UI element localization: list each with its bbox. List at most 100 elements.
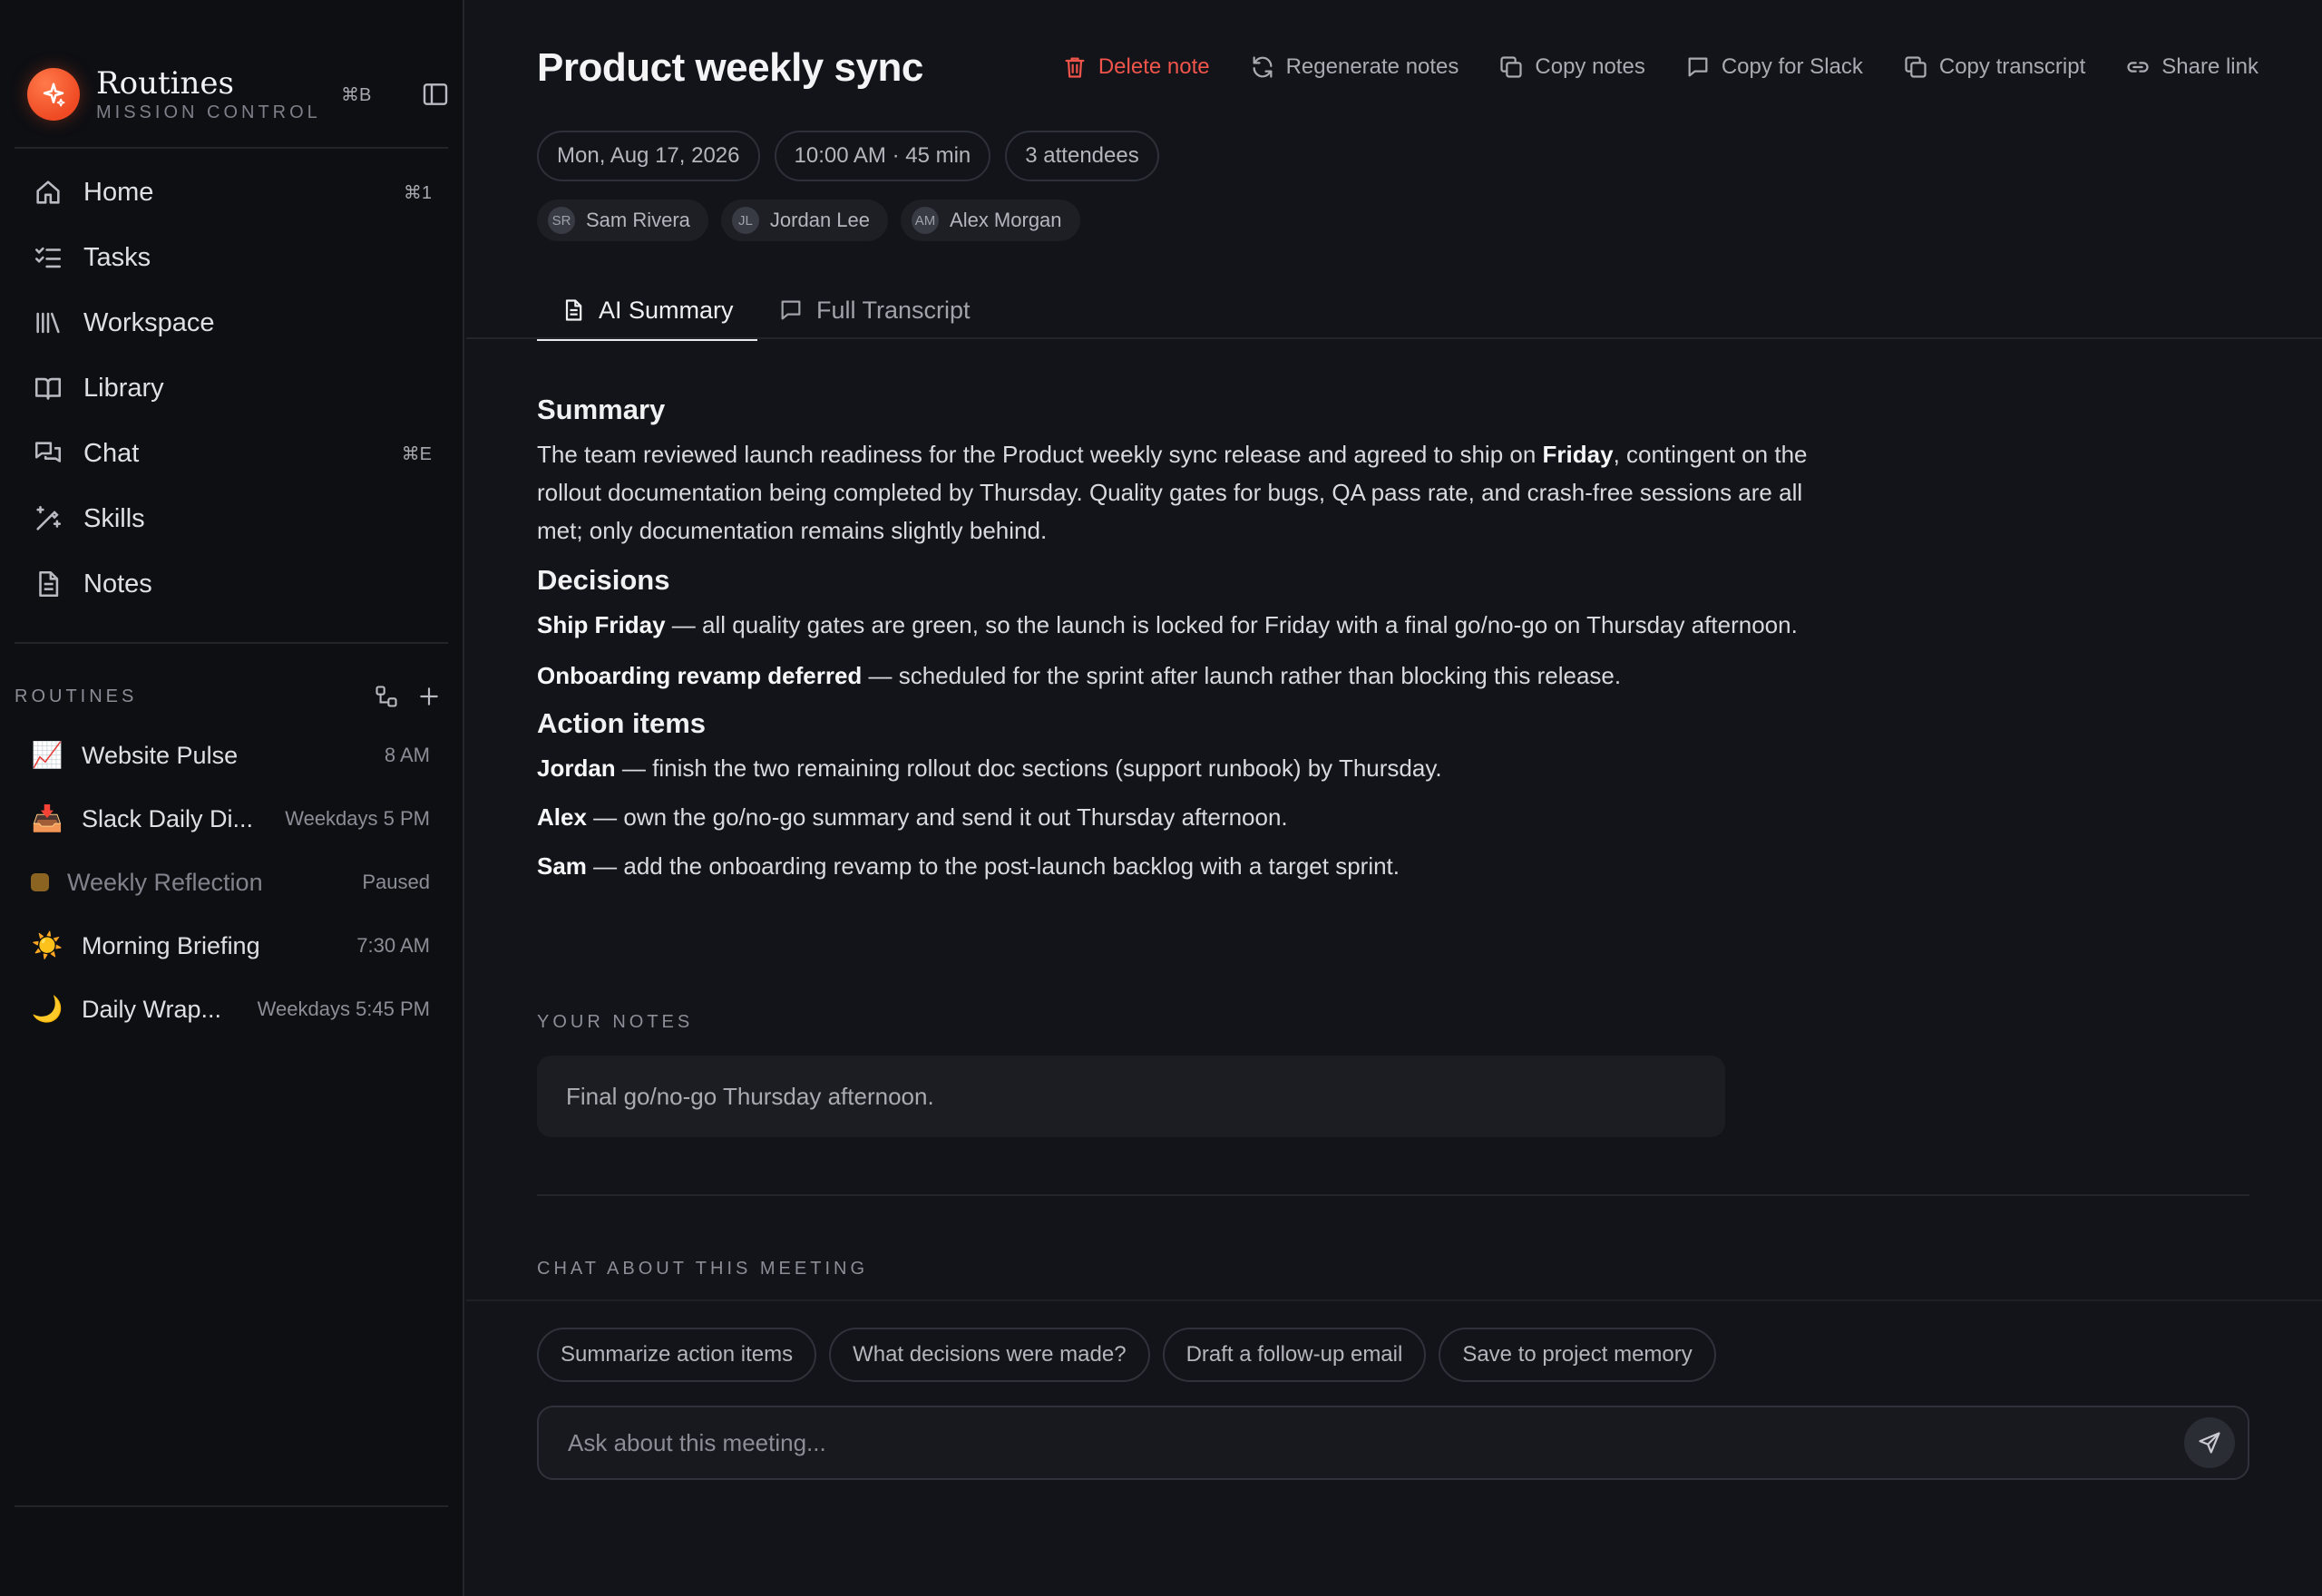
nav-item-chat[interactable]: Chat ⌘E bbox=[15, 421, 448, 486]
send-button[interactable] bbox=[2184, 1417, 2235, 1468]
attendee-chip[interactable]: AM Alex Morgan bbox=[901, 200, 1080, 241]
nav-label: Tasks bbox=[83, 242, 151, 272]
routines-title: ROUTINES bbox=[15, 686, 138, 706]
nav-item-home[interactable]: Home ⌘1 bbox=[15, 160, 448, 225]
copy-notes-button[interactable]: Copy notes bbox=[1498, 54, 1645, 80]
action-owner: Sam bbox=[537, 852, 587, 880]
action-item: Jordan — finish the two remaining rollou… bbox=[537, 749, 1834, 787]
routines-list: 📈 Website Pulse 8 AM 📥 Slack Daily Di...… bbox=[15, 724, 448, 1041]
routine-name: Slack Daily Di... bbox=[82, 804, 254, 832]
action-items-heading: Action items bbox=[537, 707, 707, 739]
attendee-chip[interactable]: JL Jordan Lee bbox=[720, 200, 889, 241]
routine-name: Daily Wrap... bbox=[82, 995, 222, 1023]
attendee-name: Jordan Lee bbox=[769, 209, 871, 231]
delete-note-label: Delete note bbox=[1098, 54, 1210, 79]
trash-icon bbox=[1065, 57, 1085, 78]
ai-summary-content: Summary The team reviewed launch readine… bbox=[537, 388, 1834, 885]
action-text: — own the go/no-go summary and send it o… bbox=[586, 803, 1288, 831]
main-nav: Home ⌘1 Tasks Workspace Library Chat ⌘E … bbox=[15, 160, 448, 617]
suggestion-chip[interactable]: Draft a follow-up email bbox=[1162, 1328, 1427, 1382]
routines-header: ROUTINES bbox=[15, 678, 448, 715]
home-icon bbox=[36, 180, 60, 204]
copy-for-slack-button[interactable]: Copy for Slack bbox=[1685, 54, 1863, 80]
app-name: Routines bbox=[96, 65, 234, 102]
decision-title: Onboarding revamp deferred bbox=[537, 662, 863, 689]
copy-notes-label: Copy notes bbox=[1535, 54, 1645, 79]
nav-item-workspace[interactable]: Workspace bbox=[15, 290, 448, 355]
tab-ai-summary[interactable]: AI Summary bbox=[537, 281, 756, 341]
regenerate-notes-label: Regenerate notes bbox=[1285, 54, 1459, 79]
divider bbox=[466, 1299, 2322, 1301]
routine-item-daily-wrap[interactable]: 🌙 Daily Wrap... Weekdays 5:45 PM bbox=[15, 978, 448, 1041]
your-notes-label: YOUR NOTES bbox=[537, 1012, 694, 1032]
nav-label: Workspace bbox=[83, 307, 215, 337]
wand-icon bbox=[36, 505, 62, 530]
note-actions-toolbar: Delete note Regenerate notes Copy notes … bbox=[1062, 54, 2259, 80]
attendee-count: 3 attendees bbox=[1005, 131, 1159, 181]
meeting-meta: Mon, Aug 17, 2026 10:00 AM · 45 min 3 at… bbox=[537, 131, 1159, 181]
routine-schedule: Weekdays 5 PM bbox=[285, 807, 430, 830]
sidebar-toggle-icon[interactable] bbox=[421, 80, 450, 109]
suggestion-chips: Summarize action items What decisions we… bbox=[537, 1328, 1716, 1382]
avatar: AM bbox=[912, 207, 940, 234]
meeting-date: Mon, Aug 17, 2026 bbox=[537, 131, 760, 181]
tab-full-transcript[interactable]: Full Transcript bbox=[778, 281, 971, 339]
nav-shortcut: ⌘E bbox=[401, 443, 432, 464]
nav-item-notes[interactable]: Notes bbox=[15, 551, 448, 617]
nav-item-library[interactable]: Library bbox=[15, 355, 448, 421]
suggestion-chip[interactable]: Save to project memory bbox=[1439, 1328, 1716, 1382]
tasks-icon bbox=[34, 247, 62, 268]
action-item: Sam — add the onboarding revamp to the p… bbox=[537, 847, 1834, 885]
nav-label: Notes bbox=[83, 569, 152, 598]
paused-status-icon bbox=[31, 873, 49, 891]
share-link-label: Share link bbox=[2161, 54, 2259, 79]
routine-schedule: 8 AM bbox=[384, 744, 430, 766]
suggestion-chip[interactable]: Summarize action items bbox=[537, 1328, 817, 1382]
decision-item: Onboarding revamp deferred — scheduled f… bbox=[537, 657, 1834, 695]
attendee-list: SR Sam Rivera JL Jordan Lee AM Alex Morg… bbox=[537, 200, 1080, 241]
divider bbox=[537, 1194, 2249, 1196]
nav-label: Chat bbox=[83, 438, 140, 468]
share-link-button[interactable]: Share link bbox=[2125, 54, 2259, 80]
action-text: — add the onboarding revamp to the post-… bbox=[586, 852, 1400, 880]
decision-text: — all quality gates are green, so the la… bbox=[665, 611, 1798, 638]
suggestion-chip[interactable]: What decisions were made? bbox=[829, 1328, 1150, 1382]
summary-heading: Summary bbox=[537, 394, 666, 425]
nav-item-skills[interactable]: Skills bbox=[15, 486, 448, 551]
page-title: Product weekly sync bbox=[537, 45, 923, 90]
note-icon bbox=[39, 570, 59, 598]
chart-emoji-icon: 📈 bbox=[31, 741, 63, 769]
routine-schedule: 7:30 AM bbox=[356, 934, 430, 957]
routine-item-morning-briefing[interactable]: ☀️ Morning Briefing 7:30 AM bbox=[15, 914, 448, 978]
routine-item-slack-daily[interactable]: 📥 Slack Daily Di... Weekdays 5 PM bbox=[15, 787, 448, 851]
routine-name: Weekly Reflection bbox=[67, 868, 263, 896]
avatar: SR bbox=[548, 207, 575, 234]
routine-name: Morning Briefing bbox=[82, 931, 260, 959]
copy-transcript-button[interactable]: Copy transcript bbox=[1903, 54, 2085, 80]
tab-label: Full Transcript bbox=[816, 296, 971, 324]
send-icon bbox=[2199, 1432, 2220, 1454]
tab-label: AI Summary bbox=[599, 296, 734, 324]
chat-input[interactable] bbox=[539, 1428, 2184, 1457]
delete-note-button[interactable]: Delete note bbox=[1062, 54, 1210, 80]
moon-emoji-icon: 🌙 bbox=[31, 995, 63, 1023]
attendee-chip[interactable]: SR Sam Rivera bbox=[537, 200, 708, 241]
sun-emoji-icon: ☀️ bbox=[31, 931, 63, 959]
toggle-shortcut: ⌘B bbox=[341, 85, 372, 105]
action-item: Alex — own the go/no-go summary and send… bbox=[537, 798, 1834, 836]
avatar: JL bbox=[731, 207, 759, 234]
regenerate-notes-button[interactable]: Regenerate notes bbox=[1250, 54, 1459, 80]
copy-icon bbox=[1500, 56, 1523, 78]
divider bbox=[15, 147, 448, 149]
inbox-emoji-icon: 📥 bbox=[31, 804, 63, 832]
copy-transcript-label: Copy transcript bbox=[1938, 54, 2086, 79]
your-notes-field[interactable]: Final go/no-go Thursday afternoon. bbox=[537, 1056, 1725, 1137]
add-routine-icon[interactable] bbox=[417, 685, 441, 708]
nav-item-tasks[interactable]: Tasks bbox=[15, 225, 448, 290]
refresh-icon bbox=[1253, 56, 1273, 78]
routine-item-weekly-reflection[interactable]: Weekly Reflection Paused bbox=[15, 851, 448, 914]
link-icon bbox=[2127, 62, 2149, 73]
sidebar: Routines MISSION CONTROL ⌘B Home ⌘1 Task… bbox=[0, 0, 464, 1596]
routine-item-website-pulse[interactable]: 📈 Website Pulse 8 AM bbox=[15, 724, 448, 787]
routine-flow-icon[interactable] bbox=[374, 684, 399, 709]
